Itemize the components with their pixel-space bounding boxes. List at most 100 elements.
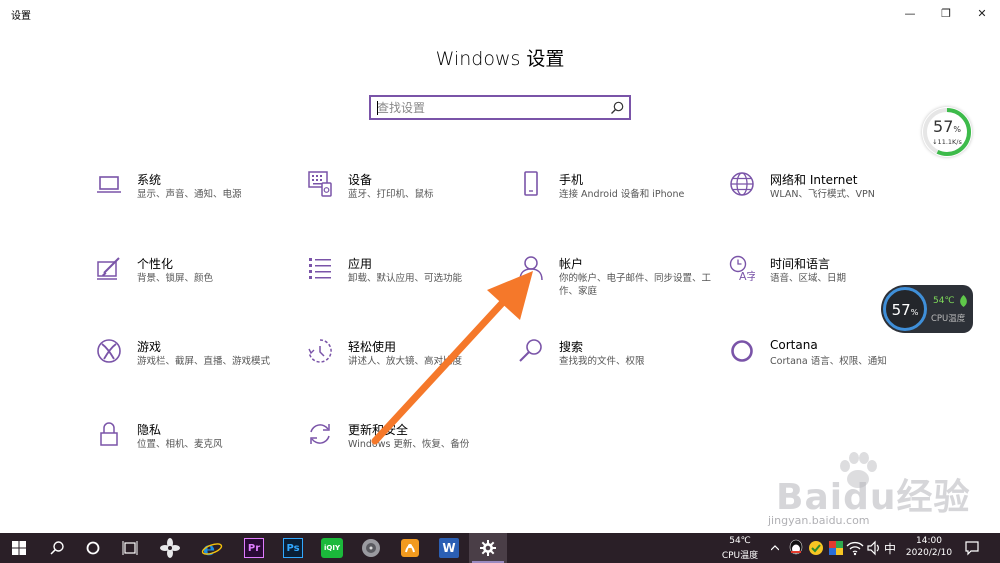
gauge-percent-unit: % [953,125,961,134]
taskbar-app-iqiyi[interactable]: iQIY [313,533,351,563]
tray-wifi[interactable] [846,540,864,560]
chevron-up-icon [771,545,779,551]
maximize-button[interactable]: ❐ [928,0,964,26]
search-icon[interactable] [609,100,625,116]
tile-cortana[interactable]: Cortana Cortana 语言、权限、通知 [729,338,929,388]
iqiyi-icon: iQIY [321,538,343,558]
gauge-percent: 57% [922,117,972,136]
tray-overflow-button[interactable] [768,533,782,563]
tile-title: 游戏 [137,340,162,354]
photoshop-label: Ps [286,542,300,554]
minimize-icon: — [904,6,916,20]
apps-list-icon [307,255,333,281]
svg-text:A字: A字 [739,269,755,281]
clock-time[interactable]: 14:00 [904,536,954,546]
security-shield-icon [809,541,823,555]
tile-gaming[interactable]: 游戏 游戏栏、截屏、直播、游戏模式 [96,338,296,388]
start-button[interactable] [0,533,38,563]
cpu-temp-label: CPU温度 [931,314,966,324]
tile-update-security[interactable]: 更新和安全 Windows 更新、恢复、备份 [307,421,507,471]
paint-icon [96,255,122,281]
tile-phone[interactable]: 手机 连接 Android 设备和 iPhone [518,171,718,221]
pinwheel-app-icon [160,538,180,558]
tile-title: 更新和安全 [348,423,409,437]
app-orange-icon [401,539,419,557]
watermark-url: jingyan.baidu.com [768,514,870,527]
tray-cpu-temp: 54℃ [729,536,751,546]
tile-personalization[interactable]: 个性化 背景、锁屏、颜色 [96,255,296,305]
tile-desc: Windows 更新、恢复、备份 [348,439,470,450]
media-player-icon [362,539,380,557]
tile-desc: 语音、区域、日期 [770,273,847,284]
globe-icon [729,171,755,197]
clock-date[interactable]: 2020/2/10 [900,548,958,558]
cpu-usage-ring: 57% [883,287,927,331]
phone-icon [518,171,544,197]
search-input[interactable] [377,100,602,116]
tray-app-colorful[interactable] [828,540,844,560]
tray-volume[interactable] [866,540,882,560]
taskbar-app-photoshop[interactable]: Ps [274,533,312,563]
qq-penguin-icon [789,539,803,555]
taskbar-app-settings[interactable] [469,533,507,563]
tile-ease-of-access[interactable]: 轻松使用 讲述人、放大镜、高对比度 [307,338,507,388]
ie-icon: e [201,538,223,558]
tile-title: 搜索 [559,340,584,354]
tile-title: 设备 [348,173,373,187]
taskbar-app-premiere[interactable]: Pr [235,533,273,563]
tile-apps[interactable]: 应用 卸载、默认应用、可选功能 [307,255,507,305]
page-title: Windows 设置 [435,48,565,70]
tray-cpu-temp-label: CPU温度 [721,551,759,561]
premiere-label: Pr [247,542,261,554]
baidu-watermark: Baidu经验 jingyan.baidu.com [758,452,983,527]
tile-system[interactable]: 系统 显示、声音、通知、电源 [96,171,296,221]
taskbar-app-word[interactable]: W [430,533,468,563]
ime-indicator[interactable]: 中 [882,540,898,557]
taskbar-app-ie[interactable]: e [193,533,231,563]
taskbar-app-media[interactable] [352,533,390,563]
tile-network[interactable]: 网络和 Internet WLAN、飞行模式、VPN [729,171,929,221]
tile-desc: WLAN、飞行模式、VPN [770,189,875,200]
search-icon [50,541,64,555]
tray-security[interactable] [808,540,824,560]
tile-title: 手机 [559,173,584,187]
cortana-button[interactable] [74,533,112,563]
close-button[interactable]: ✕ [964,0,1000,26]
tile-desc: 背景、锁屏、颜色 [137,273,214,284]
ease-of-access-icon [307,338,333,364]
tile-desc: 你的帐户、电子邮件、同步设置、工作、家庭 [559,273,712,297]
clock-language-icon: A字 [729,255,758,283]
tile-desc: 连接 Android 设备和 iPhone [559,189,685,200]
cortana-circle-icon [86,541,100,555]
text-caret [377,101,378,115]
tile-desc: 蓝牙、打印机、鼠标 [348,189,434,200]
tile-desc: Cortana 语言、权限、通知 [770,356,887,367]
tile-privacy[interactable]: 隐私 位置、相机、麦克风 [96,421,296,471]
speaker-icon [867,540,879,556]
taskbar-search-button[interactable] [38,533,76,563]
tray-qq[interactable] [788,539,804,561]
cpu-temp-widget[interactable]: 57% 54℃ CPU温度 [881,285,973,333]
tile-search[interactable]: 搜索 查找我的文件、权限 [518,338,718,388]
tile-title: 时间和语言 [770,257,831,271]
notification-icon [965,541,979,556]
cpu-percent: 57% [886,301,924,319]
tile-title: 应用 [348,257,373,271]
tile-desc: 游戏栏、截屏、直播、游戏模式 [137,356,271,367]
action-center-button[interactable] [964,540,980,560]
taskbar: e Pr Ps iQIY W 54℃ CPU温度 中 14:00 2020/2/… [0,533,1000,563]
taskbar-app-pinwheel[interactable] [151,533,189,563]
task-view-button[interactable] [111,533,149,563]
app-title: 设置 [11,11,31,22]
tile-accounts[interactable]: 帐户 你的帐户、电子邮件、同步设置、工作、家庭 [518,255,718,305]
minimize-button[interactable]: — [892,0,928,26]
taskbar-app-orange[interactable] [391,533,429,563]
search-box[interactable] [369,95,631,120]
cpu-percent-value: 57 [891,301,911,319]
search-icon [518,338,544,364]
tile-title: Cortana [770,338,818,352]
tile-devices[interactable]: 设备 蓝牙、打印机、鼠标 [307,171,507,221]
tile-title: 个性化 [137,257,174,271]
tile-desc: 查找我的文件、权限 [559,356,645,367]
network-speed-gauge[interactable]: 57% ↓11.1K/s [922,107,972,157]
